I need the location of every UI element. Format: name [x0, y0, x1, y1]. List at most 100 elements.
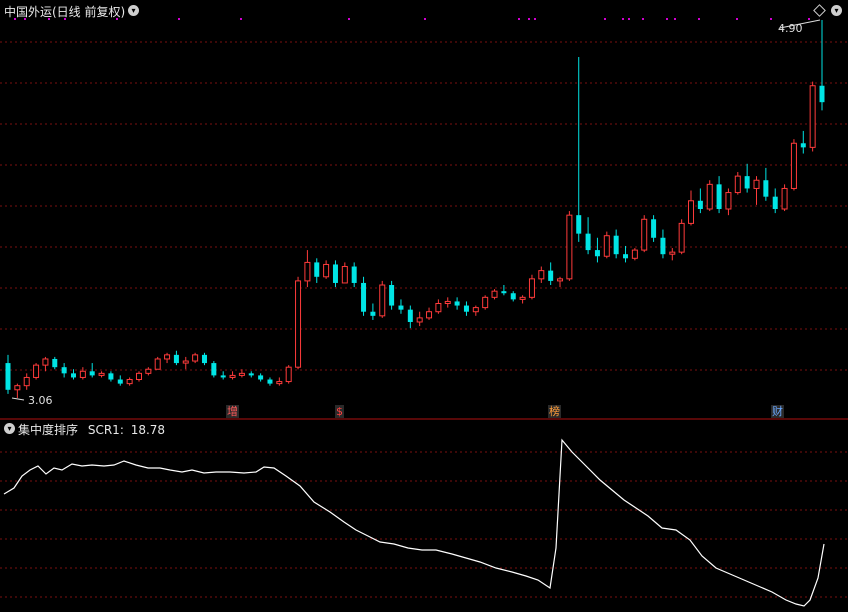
candle-body — [800, 143, 806, 148]
candle-body — [407, 309, 413, 322]
candle-body — [89, 371, 95, 376]
candle-body — [772, 196, 778, 209]
candle-body — [145, 368, 152, 374]
candle-body — [631, 249, 638, 259]
candle-body — [248, 373, 254, 376]
signal-marker — [674, 18, 676, 20]
candle-body — [135, 372, 142, 381]
candle-body — [332, 264, 338, 283]
signal-marker — [348, 18, 350, 20]
candle-body — [201, 354, 207, 364]
candle-body — [126, 379, 133, 385]
candle-body — [370, 311, 376, 316]
max-price-label: 4.90 — [778, 22, 803, 35]
signal-marker — [534, 18, 536, 20]
candle-body — [557, 278, 564, 282]
candle-body — [14, 385, 21, 391]
candle-body — [61, 367, 67, 374]
candle-body — [623, 254, 629, 259]
candle-body — [651, 219, 657, 238]
candle-body — [688, 200, 695, 224]
candle-body — [379, 284, 386, 317]
candle-body — [781, 187, 788, 210]
signal-marker — [622, 18, 624, 20]
event-badge-cai[interactable]: 财 — [771, 405, 784, 418]
candle-body — [482, 296, 489, 309]
candle-body — [426, 311, 433, 319]
candle-body — [501, 291, 507, 294]
candle-body — [472, 307, 479, 313]
signal-marker — [424, 18, 426, 20]
signal-marker — [178, 18, 180, 20]
candle-body — [211, 363, 217, 376]
candle-body — [744, 176, 750, 189]
candle-body — [42, 358, 49, 366]
candle-body — [548, 270, 554, 281]
indicator-title: 集中度排序 SCR1: 18.78 — [18, 421, 165, 438]
candle-body — [510, 293, 516, 300]
candle-body — [52, 358, 58, 368]
signal-marker — [528, 18, 530, 20]
candle-body — [725, 192, 732, 210]
signal-marker — [628, 18, 630, 20]
candle-body — [79, 370, 86, 378]
candle-body — [5, 363, 11, 390]
chevron-down-icon[interactable]: ▾ — [831, 5, 842, 16]
scr1-line — [3, 438, 825, 607]
candle-body — [164, 354, 171, 360]
candle-body — [70, 373, 76, 378]
signal-marker — [698, 18, 700, 20]
chart-canvas — [0, 18, 848, 607]
candle-body — [117, 379, 123, 384]
candlestick-series — [5, 20, 825, 398]
candle-body — [23, 376, 30, 387]
candle-body — [763, 180, 769, 197]
candle-body — [566, 214, 573, 280]
event-badge-dollar[interactable]: $ — [335, 405, 344, 418]
candle-body — [706, 183, 713, 210]
candle-body — [108, 373, 114, 380]
candle-body — [594, 250, 600, 257]
candle-body — [444, 300, 451, 304]
candle-body — [341, 266, 348, 284]
event-badge-bang[interactable]: 榜 — [548, 405, 561, 418]
candle-body — [613, 235, 619, 255]
signal-marker — [240, 18, 242, 20]
candle-body — [669, 251, 676, 255]
candle-body — [267, 379, 273, 384]
signal-markers — [14, 18, 810, 20]
indicator-name: 集中度排序 — [18, 423, 79, 437]
candle-body — [192, 354, 199, 362]
signal-marker — [518, 18, 520, 20]
scr-value: 18.78 — [130, 423, 166, 437]
candle-body — [398, 305, 404, 310]
candle-body — [229, 374, 236, 378]
chevron-down-icon[interactable]: ▾ — [128, 5, 139, 16]
candle-body — [585, 233, 591, 251]
min-pointer — [11, 397, 25, 401]
stock-title: 中国外运(日线 前复权) — [4, 5, 126, 19]
candle-body — [314, 262, 320, 277]
candle-body — [173, 354, 179, 364]
chevron-down-icon[interactable]: ▾ — [4, 423, 15, 434]
candle-body — [258, 375, 264, 380]
candle-body — [304, 261, 311, 282]
candle-body — [98, 372, 105, 376]
candle-body — [435, 303, 442, 313]
candle-body — [697, 200, 703, 209]
candle-body — [809, 85, 816, 148]
scr-label: SCR1: — [87, 423, 124, 437]
candle-body — [182, 360, 189, 364]
candle-body — [528, 278, 535, 298]
event-badge-zeng[interactable]: 增 — [226, 405, 239, 418]
candle-body — [660, 237, 666, 255]
candle-body — [361, 282, 367, 312]
candle-body — [641, 218, 648, 251]
candle-body — [295, 280, 302, 368]
candle-body — [716, 184, 722, 209]
candle-body — [678, 222, 685, 253]
candle-body — [519, 296, 526, 300]
candle-body — [790, 142, 797, 189]
candle-body — [389, 285, 395, 306]
signal-marker — [770, 18, 772, 20]
